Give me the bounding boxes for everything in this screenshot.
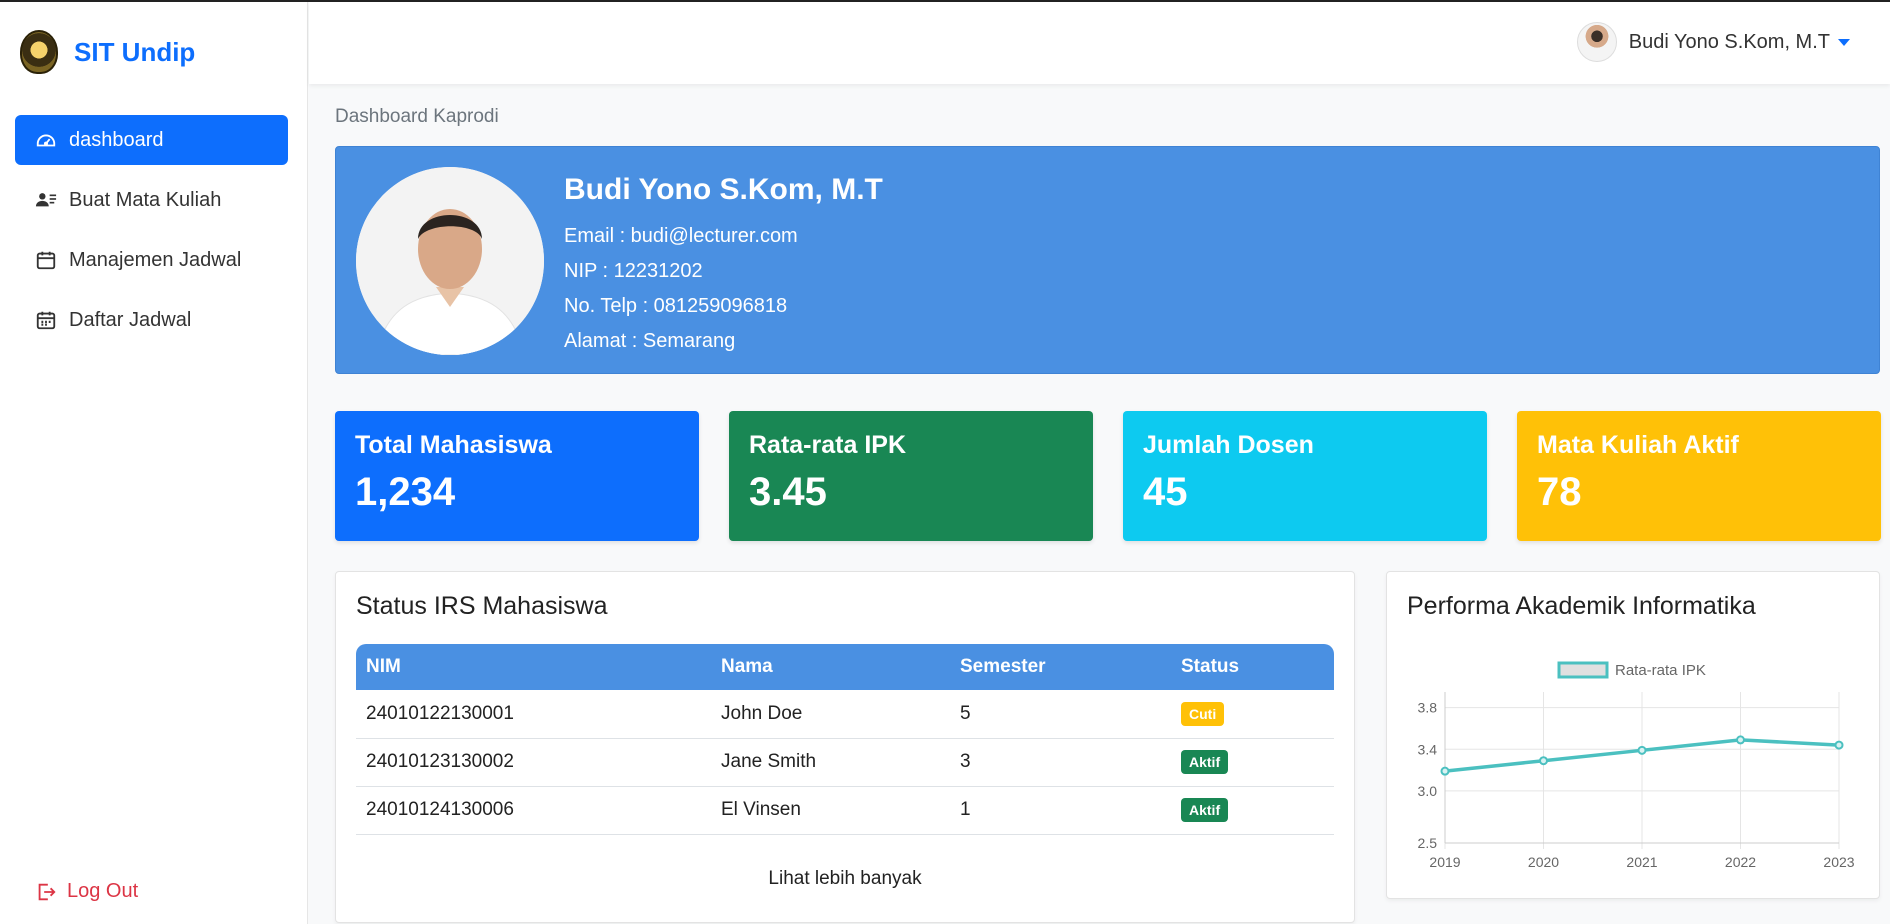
column-header-semester[interactable]: Semester bbox=[950, 644, 1171, 690]
chevron-down-icon bbox=[1838, 38, 1850, 46]
avatar bbox=[1576, 22, 1617, 62]
profile-photo bbox=[356, 167, 544, 355]
cell-nama: John Doe bbox=[711, 690, 950, 739]
logout-icon bbox=[38, 883, 56, 900]
sidebar: SIT Undip dashboard Buat Mata Kuliah Man… bbox=[0, 2, 308, 924]
column-header-nama[interactable]: Nama bbox=[711, 644, 950, 690]
sidebar-item-dashboard[interactable]: dashboard bbox=[15, 115, 288, 165]
user-name: Budi Yono S.Kom, M.T bbox=[1628, 30, 1830, 53]
irs-title: Status IRS Mahasiswa bbox=[356, 592, 608, 620]
stat-card-rata-rata-ipk: Rata-rata IPK 3.45 bbox=[729, 411, 1093, 541]
y-tick-label: 2.5 bbox=[1418, 835, 1438, 851]
table-row[interactable]: 24010123130002 Jane Smith 3 Aktif bbox=[356, 738, 1334, 787]
profile-phone: No. Telp : 081259096818 bbox=[564, 295, 788, 317]
stat-card-total-mahasiswa: Total Mahasiswa 1,234 bbox=[335, 411, 699, 541]
performance-panel: Performa Akademik Informatika Rata-rata … bbox=[1386, 571, 1880, 899]
performance-chart: Rata-rata IPK 2.5 3.0 3.4 3.8 2019 2020 2021 202… bbox=[1418, 661, 1855, 870]
cell-semester: 1 bbox=[950, 786, 1171, 835]
brand-name: SIT Undip bbox=[74, 36, 196, 67]
cell-nim: 24010122130001 bbox=[356, 690, 711, 739]
stat-label: Rata-rata IPK bbox=[749, 431, 906, 459]
cell-nim: 24010123130002 bbox=[356, 738, 711, 787]
data-point bbox=[1834, 740, 1844, 750]
calendar-grid-icon bbox=[36, 311, 56, 330]
stat-value: 1,234 bbox=[355, 470, 456, 514]
performance-title: Performa Akademik Informatika bbox=[1407, 592, 1756, 620]
x-tick-label: 2022 bbox=[1725, 854, 1756, 870]
stat-label: Jumlah Dosen bbox=[1143, 431, 1314, 459]
cell-status: Aktif bbox=[1171, 786, 1334, 835]
user-dropdown[interactable]: Budi Yono S.Kom, M.T bbox=[1576, 22, 1850, 62]
stat-value: 45 bbox=[1143, 470, 1188, 514]
y-tick-label: 3.0 bbox=[1418, 783, 1438, 799]
logout-button[interactable]: Log Out bbox=[35, 880, 138, 903]
undip-logo-icon bbox=[20, 30, 58, 74]
brand[interactable]: SIT Undip bbox=[20, 30, 195, 74]
sidebar-item-label: Daftar Jadwal bbox=[69, 308, 192, 331]
cell-semester: 3 bbox=[950, 738, 1171, 787]
sidebar-item-label: dashboard bbox=[69, 128, 164, 151]
stat-label: Mata Kuliah Aktif bbox=[1537, 431, 1739, 459]
profile-email: Email : budi@lecturer.com bbox=[564, 225, 798, 247]
cell-nim: 24010124130006 bbox=[356, 786, 711, 835]
sidebar-item-daftar-jadwal[interactable]: Daftar Jadwal bbox=[15, 295, 288, 345]
legend-label: Rata-rata IPK bbox=[1615, 662, 1706, 679]
table-header-row: NIM Nama Semester Status bbox=[356, 644, 1334, 690]
x-tick-label: 2021 bbox=[1626, 854, 1657, 870]
x-tick-label: 2020 bbox=[1528, 854, 1559, 870]
see-more-link[interactable]: Lihat lebih banyak bbox=[336, 868, 1354, 890]
data-point bbox=[1736, 735, 1745, 745]
x-tick-label: 2023 bbox=[1823, 854, 1854, 870]
cell-semester: 5 bbox=[950, 690, 1171, 739]
topbar: Budi Yono S.Kom, M.T bbox=[309, 2, 1890, 84]
y-tick-label: 3.4 bbox=[1418, 741, 1438, 757]
logout-label: Log Out bbox=[67, 880, 139, 902]
y-tick-label: 3.8 bbox=[1418, 700, 1438, 716]
x-tick-label: 2019 bbox=[1429, 854, 1460, 870]
status-badge: Cuti bbox=[1181, 701, 1225, 726]
cell-nama: El Vinsen bbox=[711, 786, 950, 835]
sidebar-item-buat-mata-kuliah[interactable]: Buat Mata Kuliah bbox=[15, 175, 288, 225]
table-row[interactable]: 24010122130001 John Doe 5 Cuti bbox=[356, 690, 1334, 739]
irs-panel: Status IRS Mahasiswa NIM Nama Semester S… bbox=[335, 571, 1355, 923]
stat-value: 78 bbox=[1537, 470, 1582, 514]
status-badge: Aktif bbox=[1181, 798, 1229, 822]
profile-address: Alamat : Semarang bbox=[564, 330, 736, 352]
cell-nama: Jane Smith bbox=[711, 738, 950, 787]
profile-info: Budi Yono S.Kom, M.T Email : budi@lectur… bbox=[564, 173, 883, 359]
stat-card-mata-kuliah-aktif: Mata Kuliah Aktif 78 bbox=[1517, 411, 1881, 541]
breadcrumb: Dashboard Kaprodi bbox=[335, 106, 499, 127]
profile-nip: NIP : 12231202 bbox=[564, 260, 703, 282]
data-point bbox=[1539, 756, 1548, 766]
legend-swatch bbox=[1557, 661, 1609, 679]
stat-label: Total Mahasiswa bbox=[355, 431, 552, 459]
profile-card: Budi Yono S.Kom, M.T Email : budi@lectur… bbox=[335, 146, 1880, 374]
user-list-icon bbox=[35, 193, 57, 207]
irs-table: NIM Nama Semester Status 24010122130001 … bbox=[356, 644, 1334, 835]
sidebar-item-label: Buat Mata Kuliah bbox=[69, 188, 222, 211]
sidebar-nav: dashboard Buat Mata Kuliah Manajemen Jad… bbox=[15, 115, 288, 355]
cell-status: Cuti bbox=[1171, 690, 1334, 739]
stat-value: 3.45 bbox=[749, 470, 827, 514]
column-header-nim[interactable]: NIM bbox=[356, 644, 711, 690]
calendar-icon bbox=[36, 251, 56, 270]
status-badge: Aktif bbox=[1181, 750, 1229, 774]
sidebar-item-label: Manajemen Jadwal bbox=[69, 248, 242, 271]
profile-name: Budi Yono S.Kom, M.T bbox=[564, 173, 883, 206]
sidebar-item-manajemen-jadwal[interactable]: Manajemen Jadwal bbox=[15, 235, 288, 285]
stat-card-jumlah-dosen: Jumlah Dosen 45 bbox=[1123, 411, 1487, 541]
cell-status: Aktif bbox=[1171, 738, 1334, 787]
data-point bbox=[1440, 766, 1450, 776]
data-point bbox=[1637, 745, 1647, 755]
table-row[interactable]: 24010124130006 El Vinsen 1 Aktif bbox=[356, 786, 1334, 835]
dashboard-icon bbox=[36, 134, 56, 147]
column-header-status[interactable]: Status bbox=[1171, 644, 1334, 690]
